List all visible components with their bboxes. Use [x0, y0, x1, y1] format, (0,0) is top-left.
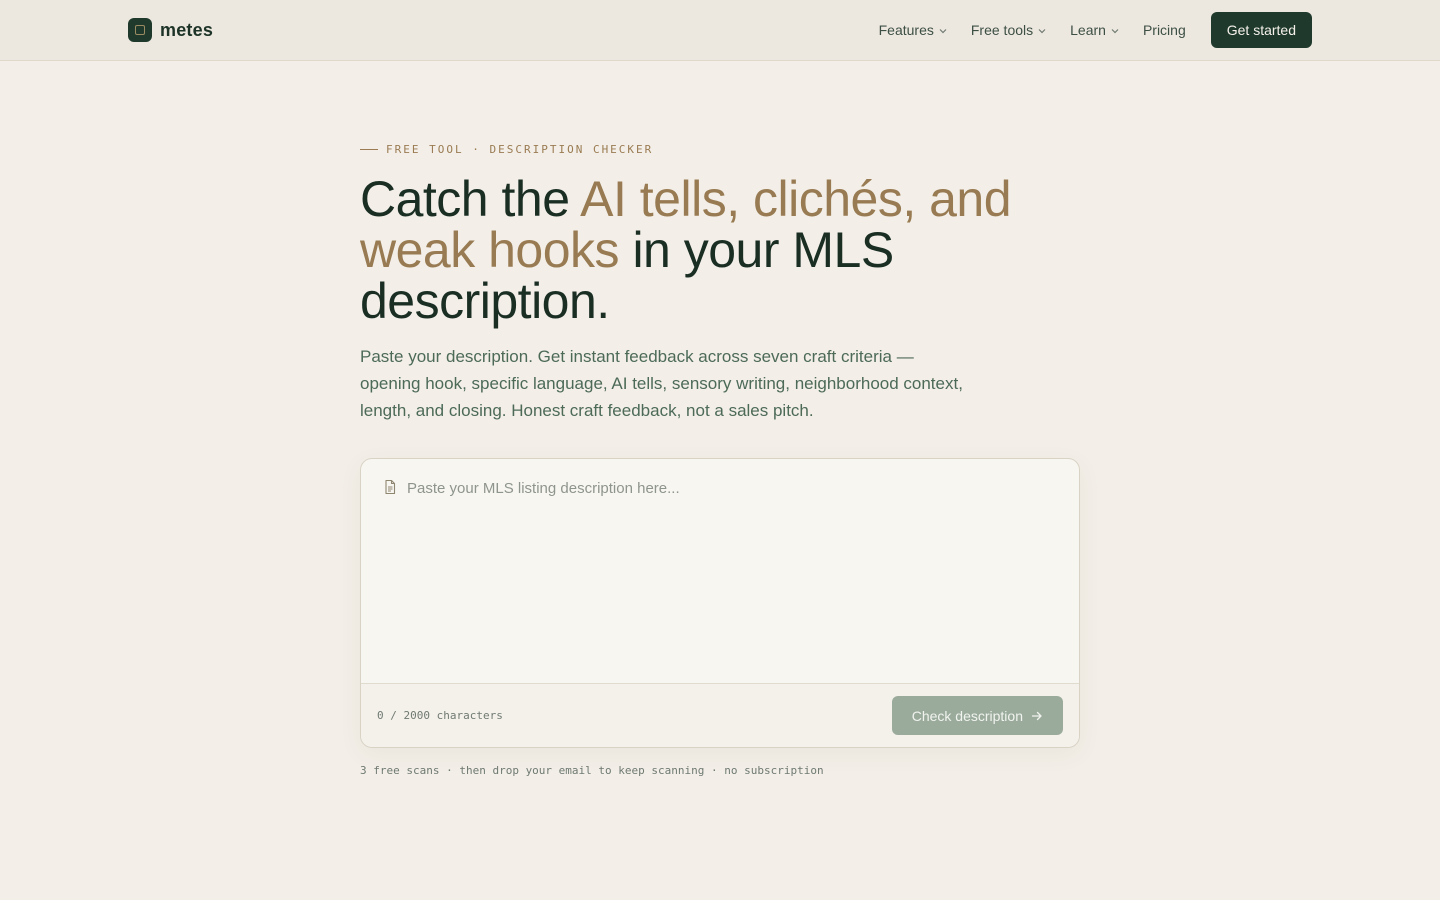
check-description-label: Check description: [911, 707, 1023, 724]
chevron-down-icon: [1038, 25, 1046, 37]
main-nav: Features Free tools Learn Pricing Get st…: [879, 12, 1312, 48]
character-counter: 0 / 2000 characters: [377, 709, 503, 722]
nav-item-label: Features: [878, 22, 934, 38]
brand-logo[interactable]: metes: [128, 18, 213, 42]
eyebrow-text: FREE TOOL · DESCRIPTION CHECKER: [386, 142, 654, 156]
nav-item-free-tools[interactable]: Free tools: [970, 22, 1046, 38]
eyebrow: FREE TOOL · DESCRIPTION CHECKER: [360, 140, 1080, 158]
nav-item-label: Free tools: [970, 22, 1034, 38]
eyebrow-divider: [360, 148, 378, 150]
hero-section: FREE TOOL · DESCRIPTION CHECKER Catch th…: [360, 140, 1080, 777]
nav-item-features[interactable]: Features: [878, 22, 947, 38]
nav-item-label: Learn: [1070, 22, 1106, 38]
document-icon: [385, 479, 396, 495]
nav-item-pricing[interactable]: Pricing: [1143, 22, 1186, 38]
arrow-right-icon: [1031, 711, 1042, 720]
page-subtitle: Paste your description. Get instant feed…: [360, 347, 963, 420]
editor-footer: 0 / 2000 characters Check description: [361, 683, 1079, 747]
nav-item-learn[interactable]: Learn: [1070, 22, 1119, 38]
top-nav-bar: metes Features Free tools Learn Pricing …: [0, 0, 1440, 61]
brand-name: metes: [160, 19, 214, 40]
scan-limit-note: 3 free scans · then drop your email to k…: [360, 764, 824, 777]
brand-logo-icon: [128, 18, 152, 42]
description-input[interactable]: [407, 479, 1059, 659]
check-description-button[interactable]: Check description: [891, 696, 1063, 735]
page-title: Catch the AI tells, clichés, and weak ho…: [360, 174, 1080, 327]
chevron-down-icon: [939, 25, 947, 37]
get-started-button[interactable]: Get started: [1210, 12, 1312, 48]
chevron-down-icon: [1111, 25, 1119, 37]
headline-part-1: Catch the: [360, 171, 581, 227]
nav-item-label: Pricing: [1142, 22, 1186, 38]
description-editor: 0 / 2000 characters Check description: [360, 458, 1080, 748]
editor-body: [361, 459, 1079, 683]
